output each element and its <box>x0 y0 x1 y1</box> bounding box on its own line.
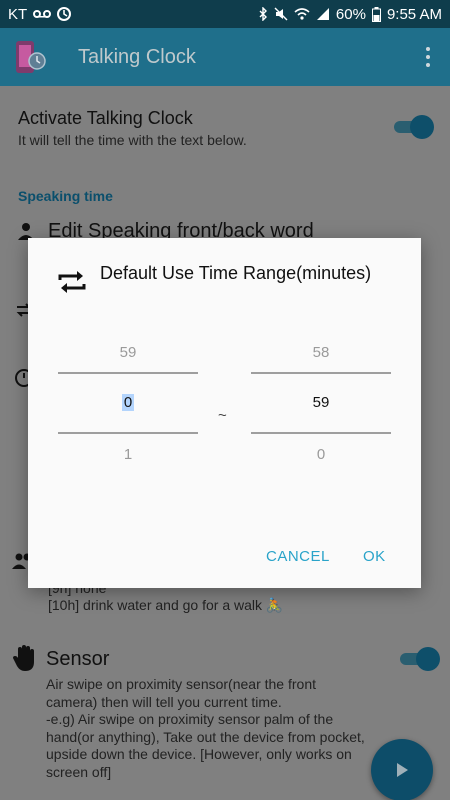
battery-icon <box>371 6 381 22</box>
activate-description: It will tell the time with the text belo… <box>18 132 247 148</box>
picker-divider <box>58 372 198 374</box>
overflow-menu-icon[interactable] <box>426 47 432 67</box>
app-logo-icon <box>12 39 48 75</box>
end-next-value[interactable]: 0 <box>251 440 391 470</box>
app-bar: Talking Clock <box>0 28 450 86</box>
time-range-dialog: Default Use Time Range(minutes) 59 0 1 ~… <box>28 238 421 588</box>
cancel-button[interactable]: CANCEL <box>266 548 330 565</box>
activate-toggle[interactable] <box>392 115 434 139</box>
carrier-label: KT <box>8 5 28 23</box>
start-next-value[interactable]: 1 <box>58 440 198 470</box>
wifi-icon <box>294 8 310 20</box>
repeat-icon <box>58 271 86 293</box>
sync-icon <box>57 7 72 21</box>
schedule-line-10h: [10h] drink water and go for a walk 🚴 <box>48 597 284 613</box>
signal-icon <box>316 8 329 20</box>
picker-divider <box>58 432 198 434</box>
voicemail-icon <box>33 10 52 18</box>
activate-title: Activate Talking Clock <box>18 108 193 128</box>
bluetooth-icon <box>259 7 267 21</box>
sensor-description: Air swipe on proximity sensor(near the f… <box>46 676 365 780</box>
start-minute-picker[interactable]: 59 0 1 <box>58 338 198 470</box>
sensor-title: Sensor <box>46 648 110 670</box>
status-bar: KT 60% 9:55 AM <box>0 0 450 28</box>
battery-percent: 60% <box>335 5 366 23</box>
start-prev-value[interactable]: 59 <box>58 338 198 368</box>
ok-button[interactable]: OK <box>363 548 386 565</box>
end-minute-picker[interactable]: 58 59 0 <box>251 338 391 470</box>
start-current-value[interactable]: 0 <box>58 378 198 428</box>
picker-divider <box>251 432 391 434</box>
dialog-title: Default Use Time Range(minutes) <box>100 263 372 283</box>
hand-icon <box>13 645 34 671</box>
end-current-value[interactable]: 59 <box>251 378 391 428</box>
section-speaking-time: Speaking time <box>18 188 113 204</box>
play-button[interactable] <box>371 739 433 800</box>
picker-divider <box>251 372 391 374</box>
range-separator: ~ <box>218 407 227 424</box>
sensor-toggle[interactable] <box>398 647 440 671</box>
app-title: Talking Clock <box>78 45 196 68</box>
play-icon <box>397 763 408 777</box>
clock-time: 9:55 AM <box>386 5 442 23</box>
end-prev-value[interactable]: 58 <box>251 338 391 368</box>
mute-icon <box>274 7 288 21</box>
